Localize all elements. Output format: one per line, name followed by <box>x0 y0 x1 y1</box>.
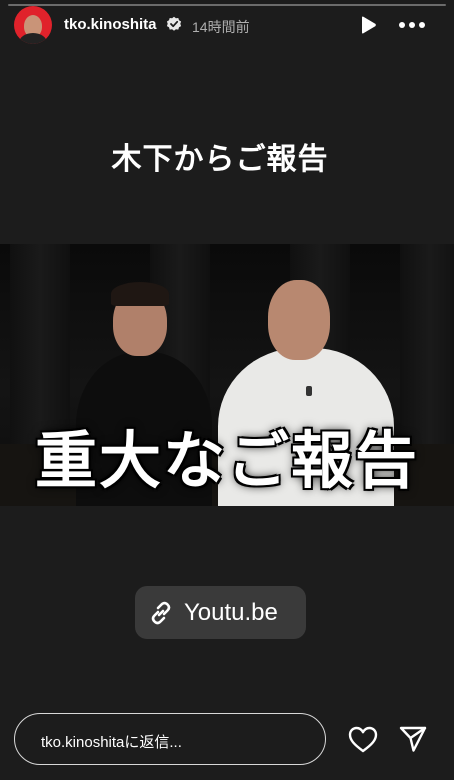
story-header: tko.kinoshita 14時間前 <box>0 0 454 52</box>
username[interactable]: tko.kinoshita <box>64 16 157 33</box>
link-icon <box>151 601 171 625</box>
thumbnail-title: 重大なご報告 <box>34 424 419 497</box>
link-sticker[interactable]: Youtu.be <box>135 586 306 639</box>
avatar-body <box>19 33 47 44</box>
reply-input[interactable]: tko.kinoshitaに返信... <box>14 713 326 765</box>
play-icon[interactable] <box>358 15 378 35</box>
lapel-mic <box>306 386 312 396</box>
video-thumbnail[interactable]: 重大なご報告 <box>0 244 454 506</box>
send-icon[interactable] <box>398 724 428 754</box>
verified-badge-icon <box>166 16 182 31</box>
story-timestamp: 14時間前 <box>192 19 250 35</box>
story-caption: 木下からご報告 <box>111 143 329 176</box>
heart-icon[interactable] <box>348 726 378 753</box>
person-left-hair <box>111 282 169 306</box>
person-right-head <box>268 280 330 360</box>
link-sticker-label: Youtu.be <box>184 599 278 626</box>
more-horizontal-icon[interactable] <box>398 17 426 33</box>
avatar[interactable] <box>14 6 52 44</box>
reply-placeholder: tko.kinoshitaに返信... <box>41 734 182 751</box>
